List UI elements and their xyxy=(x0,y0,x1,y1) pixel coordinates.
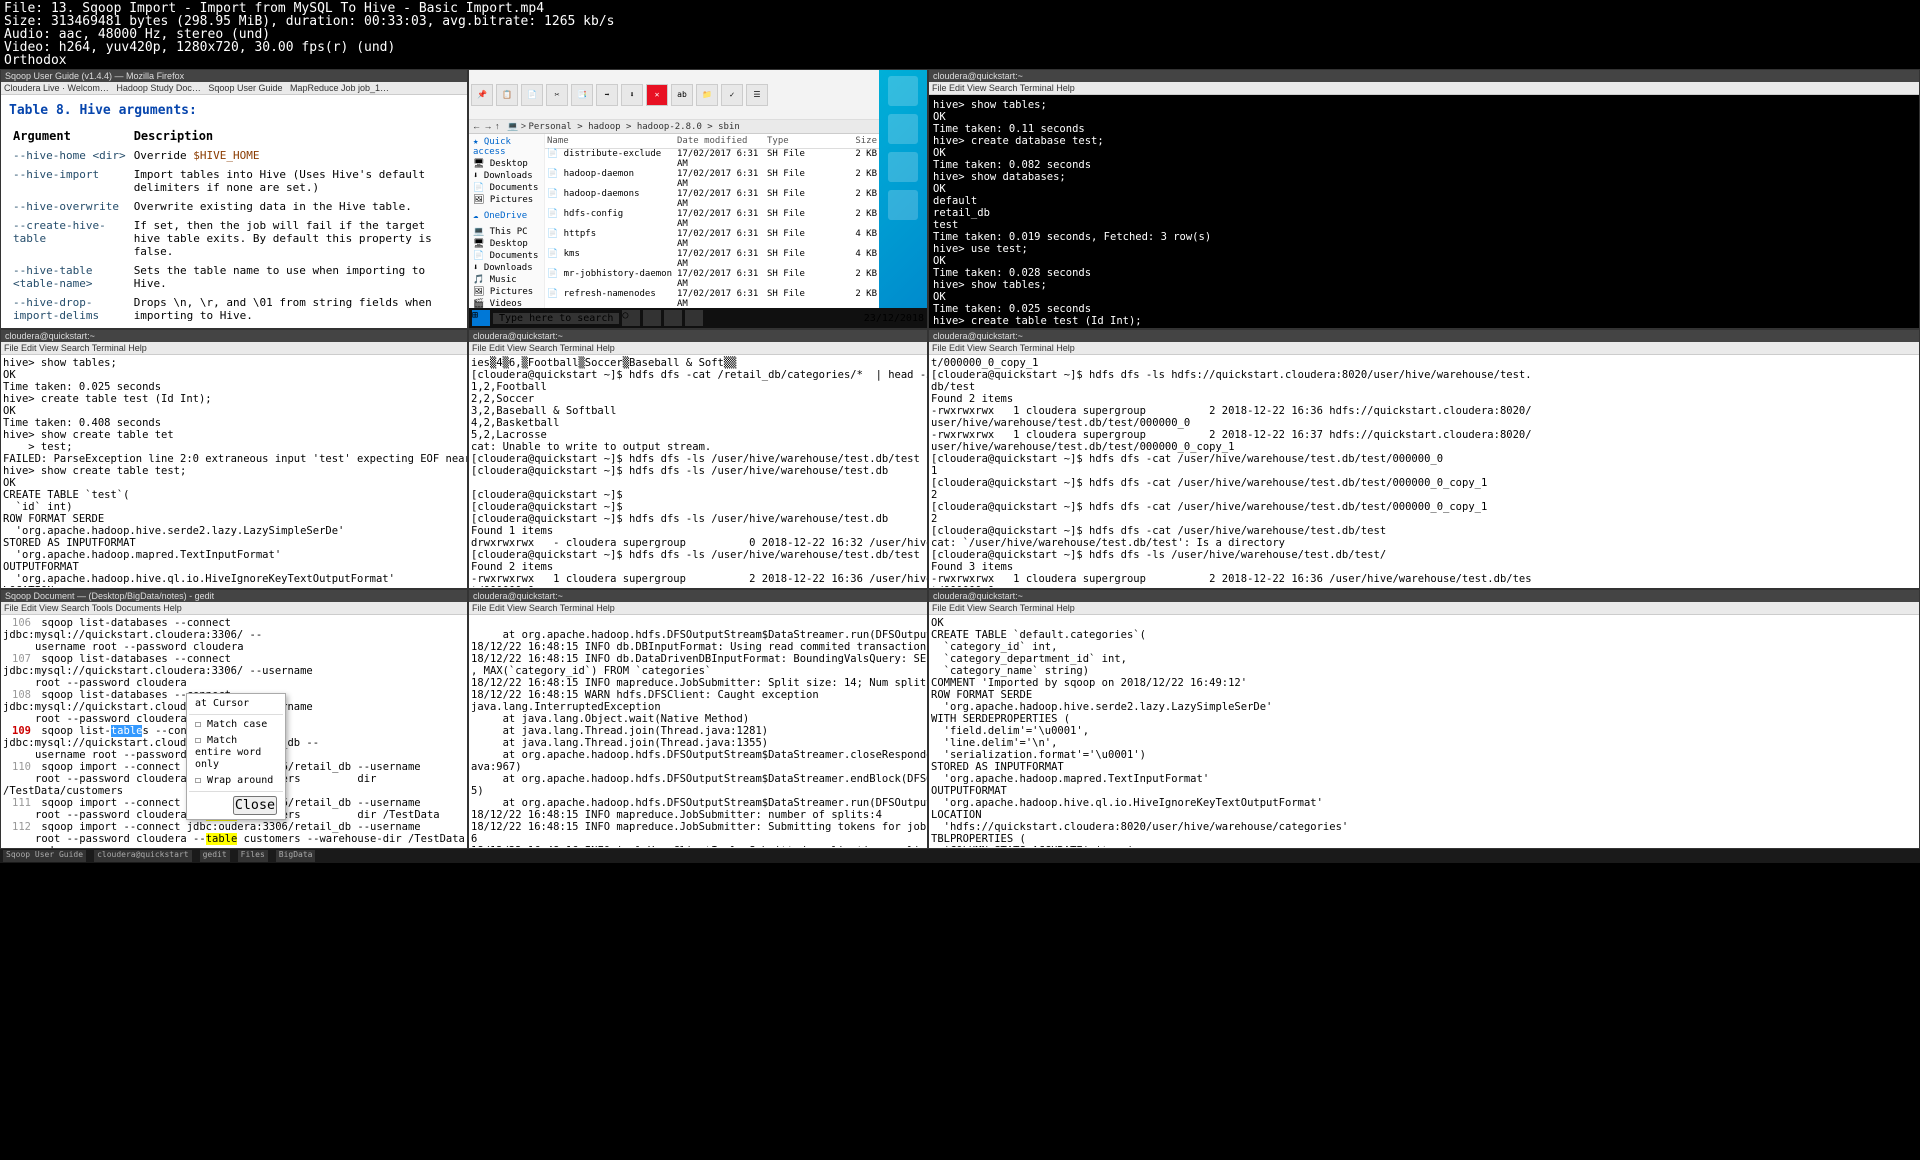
file-row[interactable]: 📄 hadoop-daemons17/02/2017 6:31 AMSH Fil… xyxy=(545,189,879,209)
size-line: Size: 313469481 bytes (298.95 MiB), dura… xyxy=(4,15,1916,28)
windows-desktop[interactable] xyxy=(879,70,927,329)
arg-hive-import: --hive-import xyxy=(9,165,130,197)
recycle-bin-icon[interactable] xyxy=(888,76,918,106)
copy-path-icon[interactable]: 📑 xyxy=(571,84,593,106)
chrome-icon[interactable] xyxy=(888,114,918,144)
move-to-icon[interactable]: ➡ xyxy=(596,84,618,106)
popup-match-word[interactable]: ☐ Match entire word only xyxy=(189,733,283,773)
mid-center-titlebar: cloudera@quickstart:~ xyxy=(469,330,927,342)
table-title: Table 8. Hive arguments: xyxy=(9,103,459,118)
file-row[interactable]: 📄 hadoop-daemon17/02/2017 6:31 AMSH File… xyxy=(545,169,879,189)
explorer-file-list[interactable]: NameDate modifiedTypeSize 📄 distribute-e… xyxy=(545,134,879,314)
mid-left-titlebar: cloudera@quickstart:~ xyxy=(1,330,467,342)
taskbar-app-bigdata[interactable]: BigData xyxy=(276,850,316,862)
mid-right-menubar[interactable]: File Edit View Search Terminal Help xyxy=(929,342,1919,355)
low-center-titlebar: cloudera@quickstart:~ xyxy=(469,590,927,602)
paste-icon[interactable]: 📄 xyxy=(521,84,543,106)
mid-right-terminal[interactable]: t/000000_0_copy_1 [cloudera@quickstart ~… xyxy=(929,355,1919,587)
hive-term-menubar[interactable]: File Edit View Search Terminal Help xyxy=(929,82,1919,95)
file-row[interactable]: 📄 hdfs-config17/02/2017 6:31 AMSH File2 … xyxy=(545,209,879,229)
hive-term-titlebar: cloudera@quickstart:~ xyxy=(929,70,1919,82)
arg-create-hive-table: --create-hive-table xyxy=(9,216,130,261)
col-argument: Argument xyxy=(9,126,130,146)
low-center-terminal[interactable]: at org.apache.hadoop.hdfs.DFSOutputStrea… xyxy=(469,615,927,847)
folder-icon[interactable] xyxy=(888,190,918,220)
video-line: Video: h264, yuv420p, 1280x720, 30.00 fp… xyxy=(4,41,1916,54)
delete-icon[interactable]: ✕ xyxy=(646,84,668,106)
cortana-icon[interactable]: ○ xyxy=(622,310,640,326)
gedit-editor[interactable]: 106 sqoop list-databases --connect jdbc:… xyxy=(1,615,467,849)
low-right-menubar[interactable]: File Edit View Search Terminal Help xyxy=(929,602,1919,615)
arg-hive-overwrite: --hive-overwrite xyxy=(9,197,130,216)
arg-hive-drop-import-delims: --hive-drop-import-delims xyxy=(9,293,130,325)
popup-wrap[interactable]: ☐ Wrap around xyxy=(189,773,283,789)
taskbar-app-files[interactable]: Files xyxy=(238,850,268,862)
firefox-titlebar: Sqoop User Guide (v1.4.4) — Mozilla Fire… xyxy=(1,70,467,82)
file-explorer-window[interactable]: 📌 📋 📄 ✂ 📑 ➡ ⬇ ✕ ab 📁 ✓ ☰ ← → ↑ 💻 > Perso… xyxy=(469,70,879,329)
explorer-nav-pane[interactable]: ★ Quick access 🖥 Desktop ⬇ Downloads 📄 D… xyxy=(469,134,545,314)
gedit-menubar[interactable]: File Edit View Search Tools Documents He… xyxy=(1,602,467,615)
file-row[interactable]: 📄 mr-jobhistory-daemon17/02/2017 6:31 AM… xyxy=(545,269,879,289)
file-row[interactable]: 📄 refresh-namenodes17/02/2017 6:31 AMSH … xyxy=(545,289,879,309)
start-button[interactable]: ⊞ xyxy=(472,310,490,326)
sel-table: table xyxy=(111,725,143,737)
low-center-menubar[interactable]: File Edit View Search Terminal Help xyxy=(469,602,927,615)
chrome-taskbar-icon[interactable] xyxy=(685,310,703,326)
low-right-titlebar: cloudera@quickstart:~ xyxy=(929,590,1919,602)
hive-terminal-output[interactable]: hive> show tables; OK Time taken: 0.11 s… xyxy=(929,95,1920,329)
edge-icon[interactable] xyxy=(664,310,682,326)
tabs-bar[interactable]: Cloudera Live · Welcom… Hadoop Study Doc… xyxy=(1,82,467,95)
col-description: Description xyxy=(130,126,459,146)
popup-close-button[interactable]: Close xyxy=(233,796,277,815)
mid-left-terminal[interactable]: hive> show tables; OK Time taken: 0.025 … xyxy=(1,355,467,587)
explorer-taskbar-icon[interactable] xyxy=(643,310,661,326)
taskbar-clock[interactable]: 23/12/2018 xyxy=(864,313,924,324)
taskbar-app-sqoop[interactable]: Sqoop User Guide xyxy=(3,850,86,862)
file-row[interactable]: 📄 httpfs17/02/2017 6:31 AMSH File4 KB xyxy=(545,229,879,249)
properties-icon[interactable]: ✓ xyxy=(721,84,743,106)
explorer-breadcrumb[interactable]: ← → ↑ 💻 > Personal > hadoop > hadoop-2.8… xyxy=(469,120,879,134)
copy-to-icon[interactable]: ⬇ xyxy=(621,84,643,106)
mid-right-titlebar: cloudera@quickstart:~ xyxy=(929,330,1919,342)
file-row[interactable]: 📄 kms17/02/2017 6:31 AMSH File4 KB xyxy=(545,249,879,269)
tool-line: Orthodox xyxy=(4,54,1916,67)
explorer-ribbon[interactable]: 📌 📋 📄 ✂ 📑 ➡ ⬇ ✕ ab 📁 ✓ ☰ xyxy=(469,70,879,120)
rename-icon[interactable]: ab xyxy=(671,84,693,106)
mid-center-menubar[interactable]: File Edit View Search Terminal Help xyxy=(469,342,927,355)
search-popup[interactable]: at Cursor ☐ Match case ☐ Match entire wo… xyxy=(186,693,286,820)
new-folder-icon[interactable]: 📁 xyxy=(696,84,718,106)
linux-taskbar[interactable]: Sqoop User Guide cloudera@quickstart ged… xyxy=(0,849,1920,863)
mid-left-menubar[interactable]: File Edit View Search Terminal Help xyxy=(1,342,467,355)
file-row[interactable]: 📄 distribute-exclude17/02/2017 6:31 AMSH… xyxy=(545,149,879,169)
search-box[interactable]: Type here to search xyxy=(493,313,619,324)
popup-match-case[interactable]: ☐ Match case xyxy=(189,717,283,733)
arg-hive-table: --hive-table <table-name> xyxy=(9,261,130,293)
low-right-terminal[interactable]: OK CREATE TABLE `default.categories`( `c… xyxy=(929,615,1919,847)
mid-center-terminal[interactable]: ies▒4▒6,▒Football▒Soccer▒Baseball & Soft… xyxy=(469,355,927,587)
hive-args-table: ArgumentDescription --hive-home <dir>Ove… xyxy=(9,126,459,329)
gedit-titlebar: Sqoop Document — (Desktop/BigData/notes)… xyxy=(1,590,467,602)
windows-taskbar[interactable]: ⊞ Type here to search ○ 23/12/2018 xyxy=(469,308,927,328)
arg-hive-home: --hive-home <dir> xyxy=(9,146,130,165)
taskbar-app-term[interactable]: cloudera@quickstart xyxy=(94,850,192,862)
vscode-icon[interactable] xyxy=(888,152,918,182)
pin-icon[interactable]: 📌 xyxy=(471,84,493,106)
cut-icon[interactable]: ✂ xyxy=(546,84,568,106)
popup-at-cursor[interactable]: at Cursor xyxy=(189,696,283,712)
taskbar-app-gedit[interactable]: gedit xyxy=(200,850,230,862)
select-all-icon[interactable]: ☰ xyxy=(746,84,768,106)
copy-icon[interactable]: 📋 xyxy=(496,84,518,106)
